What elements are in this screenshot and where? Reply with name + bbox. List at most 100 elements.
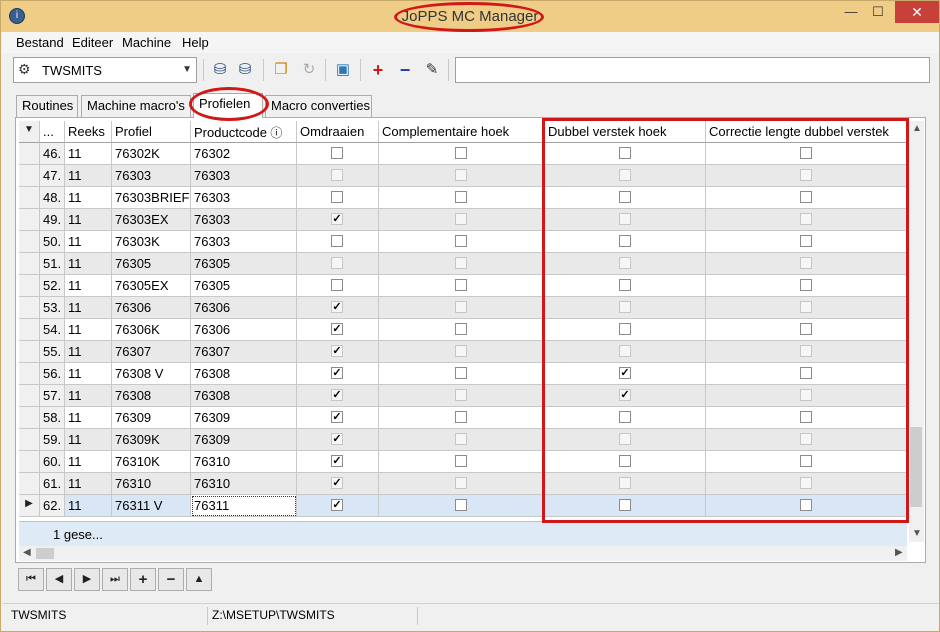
productcode-cell[interactable]: 76308	[191, 385, 297, 407]
package-icon[interactable]: ▣	[332, 60, 354, 80]
profiel-cell[interactable]: 76308	[112, 385, 191, 407]
minimize-button[interactable]: —	[836, 1, 866, 23]
reeks-cell[interactable]: 11	[65, 187, 112, 209]
profiel-cell[interactable]: 76306	[112, 297, 191, 319]
profiel-cell[interactable]: 76310K	[112, 451, 191, 473]
checkbox-checked[interactable]: ✓	[331, 389, 343, 401]
prior-record-icon[interactable]: ◀	[46, 568, 72, 591]
checkbox[interactable]	[455, 455, 467, 467]
complementaire-hoek-cell[interactable]	[379, 187, 545, 209]
productcode-cell[interactable]: 76303	[191, 187, 297, 209]
productcode-cell[interactable]: 76303	[191, 209, 297, 231]
checkbox-checked[interactable]: ✓	[331, 345, 343, 357]
profiel-cell[interactable]: 76303BRIEF	[112, 187, 191, 209]
column-header-1[interactable]: ...	[40, 121, 65, 143]
profiel-cell[interactable]: 76306K	[112, 319, 191, 341]
reeks-cell[interactable]: 11	[65, 451, 112, 473]
post-record-icon[interactable]: ▲	[186, 568, 212, 591]
productcode-cell[interactable]: 76303	[191, 231, 297, 253]
checkbox[interactable]	[455, 169, 467, 181]
productcode-cell[interactable]: 76311	[191, 495, 297, 517]
complementaire-hoek-cell[interactable]	[379, 385, 545, 407]
profiel-cell[interactable]: 76303K	[112, 231, 191, 253]
complementaire-hoek-cell[interactable]	[379, 231, 545, 253]
profiel-cell[interactable]: 76309K	[112, 429, 191, 451]
complementaire-hoek-cell[interactable]	[379, 495, 545, 517]
database-export-icon[interactable]: ⛁	[234, 60, 256, 80]
database-import-icon[interactable]: ⛁	[209, 60, 231, 80]
reeks-cell[interactable]: 11	[65, 209, 112, 231]
omdraaien-cell[interactable]	[297, 187, 379, 209]
profiel-cell[interactable]: 76308 V	[112, 363, 191, 385]
tab-machine-macros[interactable]: Machine macro's	[81, 95, 191, 117]
complementaire-hoek-cell[interactable]	[379, 341, 545, 363]
reeks-cell[interactable]: 11	[65, 253, 112, 275]
menu-editeer[interactable]: Editeer	[72, 35, 113, 50]
checkbox-checked[interactable]: ✓	[331, 477, 343, 489]
checkbox-checked[interactable]: ✓	[331, 499, 343, 511]
reeks-cell[interactable]: 11	[65, 297, 112, 319]
menu-bestand[interactable]: Bestand	[16, 35, 64, 50]
checkbox[interactable]	[455, 235, 467, 247]
vertical-scroll-thumb[interactable]	[910, 427, 922, 507]
reeks-cell[interactable]: 11	[65, 165, 112, 187]
omdraaien-cell[interactable]	[297, 275, 379, 297]
machine-select[interactable]: ⚙ TWSMITS ▼	[13, 57, 197, 83]
omdraaien-cell[interactable]: ✓	[297, 209, 379, 231]
scroll-left-icon[interactable]: ◀	[23, 547, 31, 558]
profiel-cell[interactable]: 76305	[112, 253, 191, 275]
checkbox[interactable]	[331, 147, 343, 159]
remove-icon[interactable]: −	[394, 60, 416, 80]
checkbox[interactable]	[455, 499, 467, 511]
productcode-cell[interactable]: 76310	[191, 473, 297, 495]
omdraaien-cell[interactable]: ✓	[297, 385, 379, 407]
checkbox[interactable]	[455, 191, 467, 203]
complementaire-hoek-cell[interactable]	[379, 209, 545, 231]
reeks-cell[interactable]: 11	[65, 319, 112, 341]
complementaire-hoek-cell[interactable]	[379, 407, 545, 429]
reeks-cell[interactable]: 11	[65, 341, 112, 363]
productcode-cell[interactable]: 76302	[191, 143, 297, 165]
horizontal-scroll-thumb[interactable]	[36, 548, 54, 559]
checkbox[interactable]	[455, 301, 467, 313]
checkbox[interactable]	[331, 169, 343, 181]
checkbox-checked[interactable]: ✓	[331, 323, 343, 335]
checkbox[interactable]	[455, 345, 467, 357]
checkbox[interactable]	[455, 279, 467, 291]
checkbox[interactable]	[455, 411, 467, 423]
omdraaien-cell[interactable]: ✓	[297, 451, 379, 473]
omdraaien-cell[interactable]: ✓	[297, 297, 379, 319]
omdraaien-cell[interactable]: ✓	[297, 473, 379, 495]
column-header-6[interactable]: Complementaire hoek	[379, 121, 545, 143]
omdraaien-cell[interactable]: ✓	[297, 429, 379, 451]
checkbox[interactable]	[455, 213, 467, 225]
copy-icon[interactable]: ❐	[270, 60, 292, 80]
reeks-cell[interactable]: 11	[65, 231, 112, 253]
reeks-cell[interactable]: 11	[65, 143, 112, 165]
maximize-button[interactable]: ☐	[863, 1, 893, 23]
omdraaien-cell[interactable]	[297, 231, 379, 253]
complementaire-hoek-cell[interactable]	[379, 473, 545, 495]
edit-icon[interactable]: ✎	[421, 60, 443, 80]
tab-macro-converties[interactable]: Macro converties	[265, 95, 372, 117]
menu-help[interactable]: Help	[182, 35, 209, 50]
profiel-cell[interactable]: 76309	[112, 407, 191, 429]
checkbox-checked[interactable]: ✓	[331, 455, 343, 467]
productcode-cell[interactable]: 76305	[191, 253, 297, 275]
profiel-cell[interactable]: 76302K	[112, 143, 191, 165]
omdraaien-cell[interactable]: ✓	[297, 341, 379, 363]
profiel-cell[interactable]: 76303	[112, 165, 191, 187]
header-menu-icon[interactable]: ▼	[19, 121, 40, 143]
complementaire-hoek-cell[interactable]	[379, 275, 545, 297]
productcode-cell[interactable]: 76307	[191, 341, 297, 363]
checkbox[interactable]	[331, 257, 343, 269]
checkbox[interactable]	[455, 257, 467, 269]
checkbox-checked[interactable]: ✓	[331, 367, 343, 379]
checkbox[interactable]	[455, 389, 467, 401]
productcode-cell[interactable]: 76309	[191, 407, 297, 429]
checkbox[interactable]	[455, 433, 467, 445]
complementaire-hoek-cell[interactable]	[379, 363, 545, 385]
checkbox[interactable]	[331, 235, 343, 247]
horizontal-scrollbar[interactable]: ◀ ▶	[19, 546, 907, 561]
column-header-5[interactable]: Omdraaien	[297, 121, 379, 143]
